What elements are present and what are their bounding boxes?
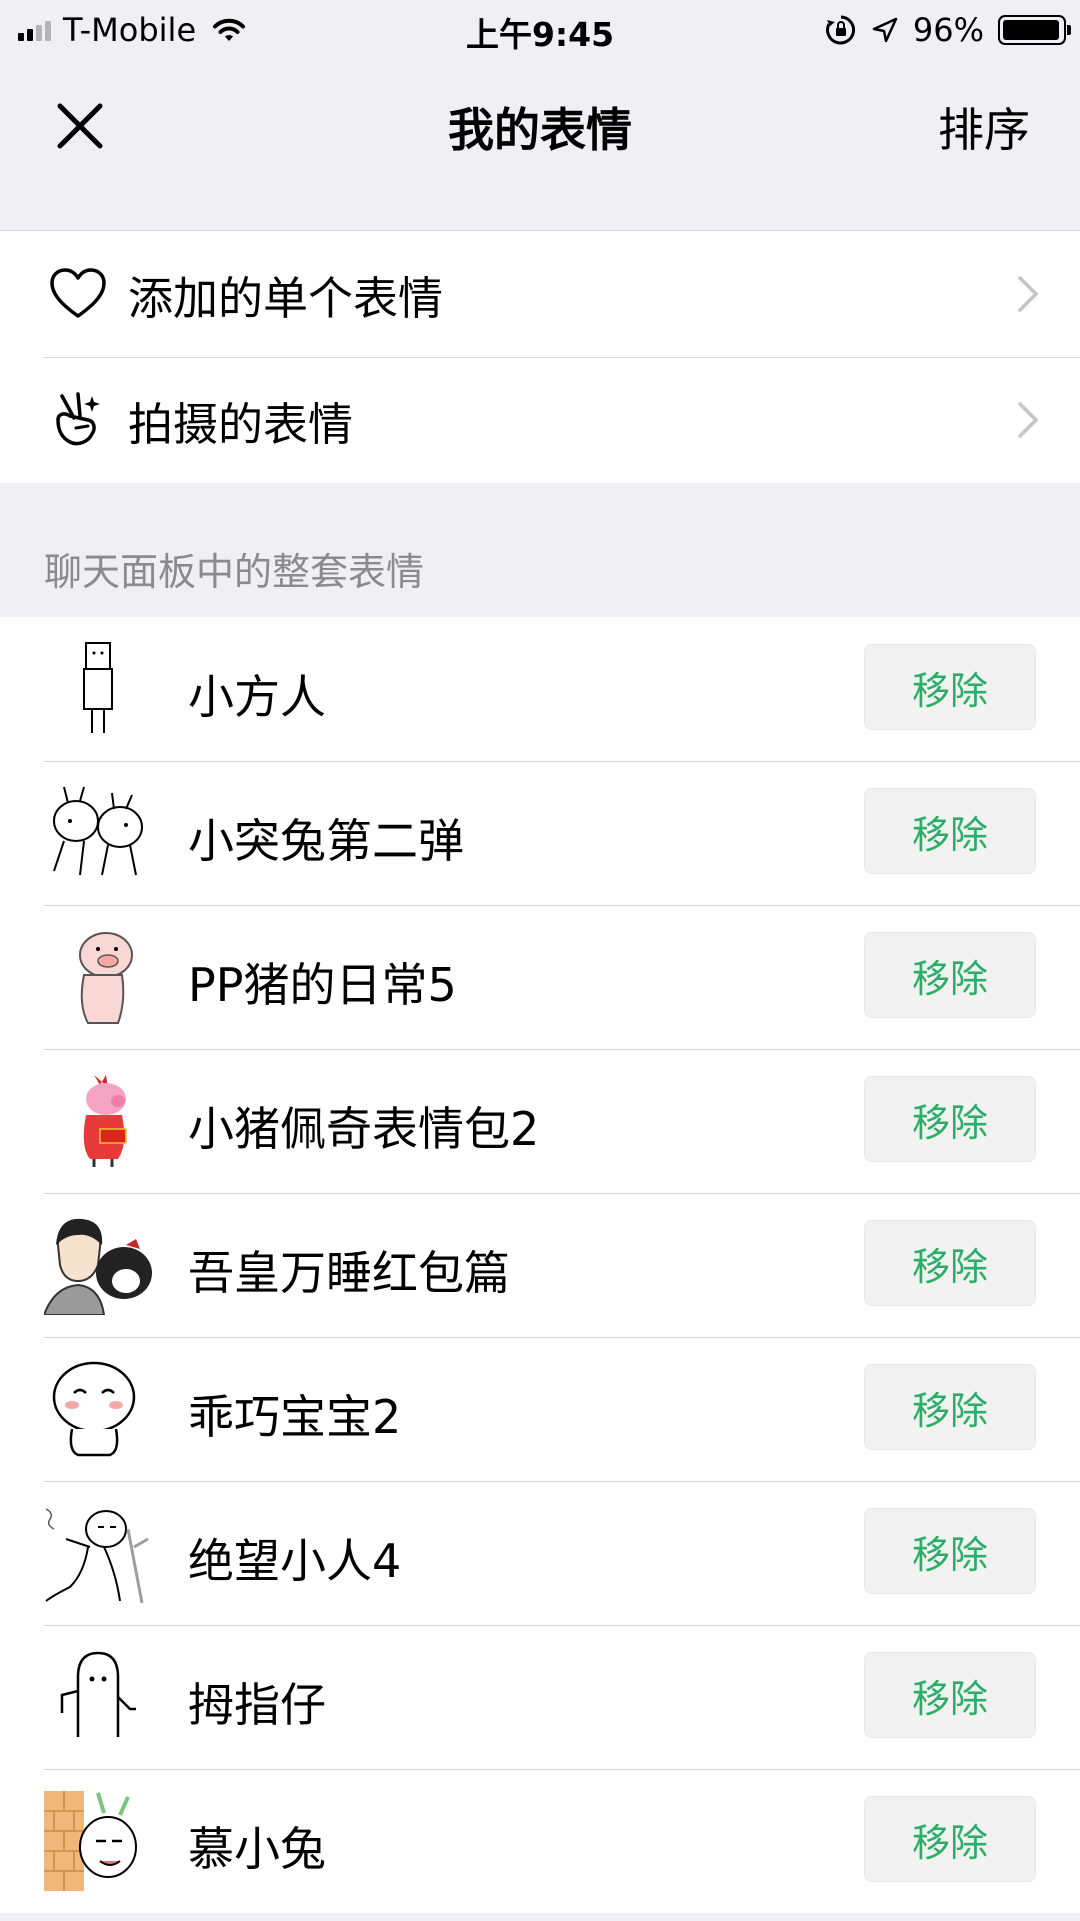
- sticker-pack-name: 绝望小人4: [188, 1534, 402, 1588]
- personal-stickers-group: 添加的单个表情 拍摄的表情: [0, 231, 1080, 483]
- hand-gesture-icon: [56, 392, 100, 446]
- sort-button[interactable]: 排序: [938, 94, 1030, 160]
- battery-icon: [998, 15, 1071, 45]
- chevron-right-icon: [1018, 276, 1039, 312]
- remove-button[interactable]: 移除: [864, 1076, 1036, 1162]
- sticker-pack-name: 小猪佩奇表情包2: [188, 1102, 540, 1156]
- list-item: 乖巧宝宝2 移除: [0, 1337, 1080, 1481]
- list-item: 慕小兔 移除: [0, 1769, 1080, 1913]
- remove-button[interactable]: 移除: [864, 1652, 1036, 1738]
- menu-item-label: 添加的单个表情: [128, 271, 444, 325]
- heart-icon: [50, 268, 106, 318]
- sticker-pack-name: PP猪的日常5: [188, 958, 457, 1012]
- list-item: 小方人 移除: [0, 617, 1080, 761]
- sticker-thumbnail: [44, 1791, 137, 1891]
- list-item: 小突兔第二弹 移除: [0, 761, 1080, 905]
- status-right: 96%: [825, 10, 1071, 50]
- sticker-thumbnail: [83, 1075, 127, 1167]
- sticker-thumbnail: [53, 786, 143, 876]
- sticker-pack-name: 小方人: [188, 670, 326, 724]
- added-single-stickers-item[interactable]: 添加的单个表情: [0, 231, 1080, 357]
- sticker-pack-list: 小方人 移除 小突兔第二弹 移除 PP猪的日常5 移除 小猪佩奇表情包2 移除 …: [0, 617, 1080, 1913]
- list-item: PP猪的日常5 移除: [0, 905, 1080, 1049]
- sticker-thumbnail: [79, 932, 133, 1024]
- location-arrow-icon: [872, 17, 898, 43]
- orientation-lock-icon: [825, 15, 855, 45]
- sticker-thumbnail: [52, 1361, 136, 1457]
- list-item: 拇指仔 移除: [0, 1625, 1080, 1769]
- list-item: 绝望小人4 移除: [0, 1481, 1080, 1625]
- remove-button[interactable]: 移除: [864, 1220, 1036, 1306]
- remove-button[interactable]: 移除: [864, 644, 1036, 730]
- sticker-thumbnail: [83, 642, 113, 733]
- battery-percent: 96%: [912, 11, 984, 49]
- captured-stickers-item[interactable]: 拍摄的表情: [0, 357, 1080, 483]
- remove-button[interactable]: 移除: [864, 1796, 1036, 1882]
- battery-fill: [1003, 20, 1059, 40]
- remove-button[interactable]: 移除: [864, 932, 1036, 1018]
- sticker-pack-name: 慕小兔: [188, 1822, 326, 1876]
- sticker-thumbnail: [60, 1651, 136, 1737]
- sticker-pack-name: 小突兔第二弹: [188, 814, 464, 868]
- list-item: 吾皇万睡红包篇 移除: [0, 1193, 1080, 1337]
- status-bar: T-Mobile 上午9:45 96%: [0, 0, 1080, 60]
- remove-button[interactable]: 移除: [864, 1364, 1036, 1450]
- list-item: 小猪佩奇表情包2 移除: [0, 1049, 1080, 1193]
- sticker-thumbnail: [44, 1218, 152, 1315]
- sticker-pack-name: 拇指仔: [188, 1678, 326, 1732]
- navigation-bar: 我的表情 排序: [0, 60, 1080, 231]
- sticker-pack-name: 吾皇万睡红包篇: [188, 1246, 510, 1300]
- section-header-label: 聊天面板中的整套表情: [44, 550, 425, 594]
- remove-button[interactable]: 移除: [864, 788, 1036, 874]
- menu-item-label: 拍摄的表情: [128, 397, 354, 451]
- page-title: 我的表情: [448, 103, 632, 157]
- chevron-right-icon: [1018, 402, 1039, 438]
- section-header: 聊天面板中的整套表情: [0, 483, 1080, 618]
- sticker-thumbnail: [45, 1508, 149, 1603]
- remove-button[interactable]: 移除: [864, 1508, 1036, 1594]
- sticker-pack-name: 乖巧宝宝2: [188, 1390, 402, 1444]
